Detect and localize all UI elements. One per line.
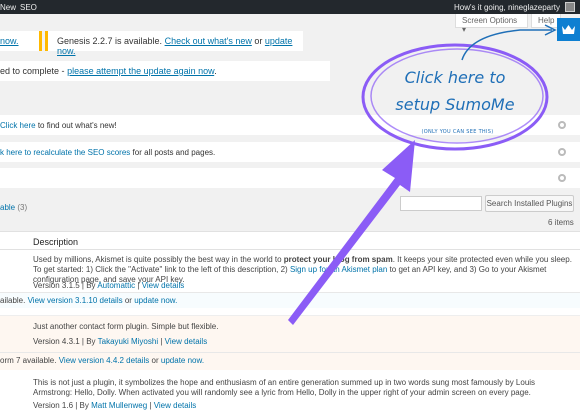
search-installed-plugins-button[interactable]: Search Installed Plugins	[485, 195, 574, 212]
seo-recalculate-notice: k here to recalculate the SEO scores for…	[0, 142, 580, 162]
filter-update-available[interactable]: able	[0, 203, 15, 212]
update-notice-left: now.	[0, 31, 42, 51]
help-label: Help	[538, 16, 555, 25]
items-count: 6 items	[548, 218, 574, 227]
author-link[interactable]: Automattic	[97, 281, 135, 290]
plugin-version: Version 3.1.5 | By Automattic | View det…	[33, 281, 184, 291]
recalculate-seo-link[interactable]: k here to recalculate the SEO scores	[0, 148, 130, 157]
plugin-description: This is not just a plugin, it symbolizes…	[33, 378, 573, 398]
overlay-line-1: Click here to	[404, 68, 506, 87]
desc-bold: protect your blog from spam	[283, 255, 393, 264]
author-link[interactable]: Matt Mullenweg	[91, 401, 147, 410]
plugin-description: Just another contact form plugin. Simple…	[33, 322, 219, 331]
version-text: Version 4.3.1 | By	[33, 337, 96, 346]
separator: |	[160, 337, 163, 346]
failed-update-notice: ed to complete - please attempt the upda…	[0, 61, 330, 81]
screen-options-label: Screen Options	[462, 16, 518, 25]
admin-bar-howdy[interactable]: How's it going, nineglazeparty	[454, 3, 560, 12]
crown-icon	[562, 25, 575, 34]
empty-notice	[0, 168, 580, 188]
author-link[interactable]: Takayuki Miyoshi	[98, 337, 158, 346]
akismet-plan-link[interactable]: Sign up for an Akismet plan	[290, 265, 387, 274]
admin-bar-seo[interactable]: SEO	[20, 3, 37, 12]
dismiss-gear-icon[interactable]	[558, 121, 566, 129]
admin-bar: New SEO How's it going, nineglazeparty	[0, 0, 580, 14]
notice-or: or	[254, 36, 263, 46]
update-text: ailable.	[0, 296, 26, 305]
table-row: Just another contact form plugin. Simple…	[0, 315, 580, 370]
update-now-link[interactable]: update now.	[161, 356, 204, 365]
whats-new-text: to find out what's new!	[37, 121, 117, 130]
dismiss-gear-icon[interactable]	[558, 148, 566, 156]
genesis-notice-text: Genesis 2.2.7 is available.	[57, 36, 163, 46]
chevron-down-icon: ▾	[462, 25, 467, 34]
admin-bar-new[interactable]: New	[0, 3, 16, 12]
dismiss-gear-icon[interactable]	[558, 174, 566, 182]
genesis-update-notice: Genesis 2.2.7 is available. Check out wh…	[45, 31, 303, 56]
view-details-link[interactable]: View details	[142, 281, 185, 290]
overlay-line-3: (ONLY YOU CAN SEE THIS)	[421, 129, 494, 135]
view-details-link[interactable]: View details	[165, 337, 208, 346]
table-row: This is not just a plugin, it symbolizes…	[0, 370, 580, 412]
update-or: or	[124, 296, 132, 305]
version-text: Version 1.6 | By	[33, 401, 89, 410]
update-text: orm 7 available.	[0, 356, 57, 365]
click-here-link[interactable]: Click here	[0, 121, 36, 130]
filter-count: (3)	[17, 203, 28, 212]
desc-text: Click the "Activate" link to the left of…	[95, 265, 288, 274]
sumome-button[interactable]	[557, 18, 580, 41]
plugin-version: Version 1.6 | By Matt Mullenweg | View d…	[33, 401, 196, 411]
failed-update-text: ed to complete -	[0, 66, 65, 76]
recalculate-seo-text: for all posts and pages.	[132, 148, 216, 157]
search-plugins-input[interactable]	[400, 196, 482, 211]
desc-text: Used by millions, Akismet is quite possi…	[33, 255, 282, 264]
plugin-update-notice: orm 7 available. View version 4.4.2 deta…	[0, 352, 580, 368]
avatar[interactable]	[565, 2, 575, 12]
screen-options-tab[interactable]: Screen Options ▾	[455, 14, 528, 34]
separator: |	[137, 281, 140, 290]
blue-pointer-arrow	[461, 29, 552, 61]
view-version-details-link[interactable]: View version 3.1.10 details	[28, 296, 123, 305]
table-row: Used by millions, Akismet is quite possi…	[0, 250, 580, 315]
plugin-update-notice: ailable. View version 3.1.10 details or …	[0, 292, 580, 308]
update-now-link[interactable]: update now.	[134, 296, 177, 305]
desc-text: When activated you will randomly see a l…	[118, 388, 531, 397]
update-now-link[interactable]: now.	[0, 36, 19, 46]
plugin-filter: able (3)	[0, 203, 27, 212]
column-description: Description	[33, 237, 79, 247]
failed-update-end: .	[214, 66, 217, 76]
update-or: or	[151, 356, 159, 365]
view-details-link[interactable]: View details	[154, 401, 197, 410]
plugin-version: Version 4.3.1 | By Takayuki Miyoshi | Vi…	[33, 337, 207, 347]
overlay-line-2: setup SumoMe	[395, 95, 515, 114]
whats-new-link[interactable]: Check out what's new	[165, 36, 252, 46]
plugins-table-header: Description	[0, 231, 580, 250]
view-version-details-link[interactable]: View version 4.4.2 details	[59, 356, 150, 365]
retry-update-link[interactable]: please attempt the update again now	[67, 66, 214, 76]
version-text: Version 3.1.5 | By	[33, 281, 96, 290]
separator: |	[149, 401, 152, 410]
